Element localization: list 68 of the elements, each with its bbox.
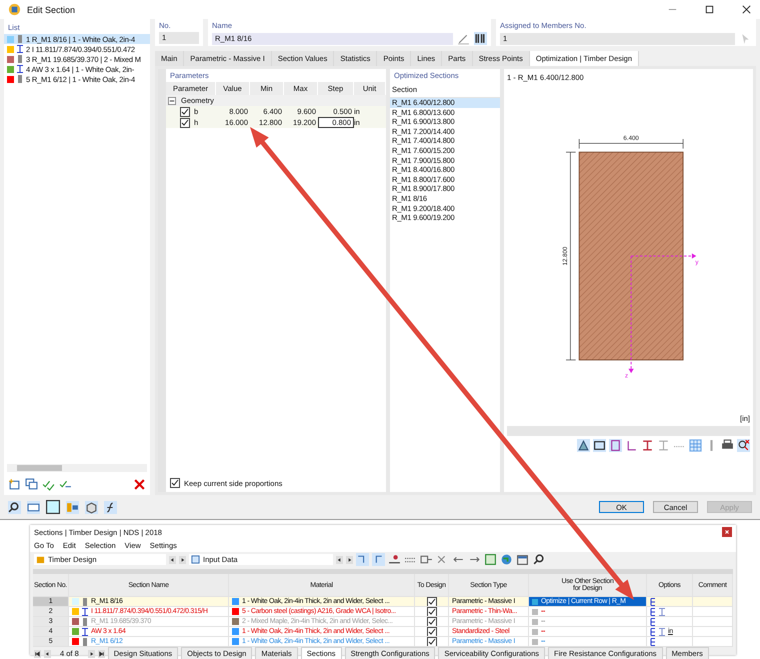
bar-icon <box>17 75 23 83</box>
i-beam-icon <box>82 628 88 636</box>
previous-icon[interactable] <box>44 650 51 658</box>
next-icon[interactable] <box>179 556 186 564</box>
check-icon[interactable] <box>42 478 55 491</box>
new-item-icon[interactable] <box>8 478 21 491</box>
frame-icon[interactable] <box>593 439 606 452</box>
delete-icon[interactable] <box>133 478 146 491</box>
flag-icon[interactable] <box>650 628 656 636</box>
flag-icon[interactable] <box>650 638 656 646</box>
edit-icon[interactable] <box>457 32 470 45</box>
checkbox[interactable] <box>426 617 436 626</box>
checkbox[interactable] <box>426 607 436 616</box>
checkbox[interactable] <box>426 597 436 606</box>
app-icon <box>8 3 21 16</box>
library-icon[interactable] <box>474 32 487 45</box>
table-icon[interactable] <box>484 553 497 566</box>
flag-icon[interactable] <box>650 598 656 606</box>
dimension-icon[interactable] <box>609 439 622 452</box>
checkbox[interactable] <box>426 637 436 646</box>
checkbox[interactable] <box>180 118 190 128</box>
close-icon[interactable] <box>741 4 752 15</box>
checkbox[interactable] <box>170 478 180 488</box>
flag-icon[interactable] <box>650 608 656 616</box>
next-icon[interactable] <box>346 556 353 564</box>
function-icon[interactable] <box>104 500 117 514</box>
bar-icon <box>82 638 88 646</box>
i-beam-icon <box>82 608 88 616</box>
scrollbar[interactable] <box>7 464 147 472</box>
table-icon <box>191 555 200 564</box>
member-icon[interactable] <box>388 553 401 566</box>
collapse-icon[interactable] <box>168 96 176 104</box>
checkbox[interactable] <box>180 106 190 116</box>
previous-icon[interactable] <box>169 556 176 564</box>
view-icon[interactable] <box>577 439 590 452</box>
y-axis-arrow <box>630 253 696 259</box>
bar-icon <box>17 55 23 63</box>
globe-icon[interactable] <box>500 553 513 566</box>
units-icon[interactable] <box>27 500 40 514</box>
report-icon[interactable] <box>516 553 529 566</box>
export-icon[interactable] <box>420 553 433 566</box>
select-icon[interactable] <box>372 553 385 566</box>
i-beam-icon <box>17 45 23 53</box>
color-icon[interactable] <box>46 500 60 514</box>
previous-icon[interactable] <box>336 556 343 564</box>
select-icon[interactable] <box>356 553 369 566</box>
search-icon[interactable] <box>8 500 21 514</box>
flag-icon[interactable] <box>650 618 656 626</box>
next-icon[interactable] <box>88 650 95 658</box>
display-icon[interactable] <box>66 500 79 514</box>
axis-icon[interactable] <box>625 439 638 452</box>
search-icon[interactable] <box>532 553 545 566</box>
maximize-icon[interactable] <box>704 4 715 15</box>
first-icon[interactable] <box>34 650 41 658</box>
view-icon[interactable] <box>85 500 98 514</box>
zoom-icon[interactable] <box>737 439 750 452</box>
folder-icon <box>36 555 45 564</box>
i-beam-icon[interactable] <box>641 439 654 452</box>
i-beam-icon <box>17 65 23 73</box>
bar-icon <box>82 618 88 626</box>
window-title: Edit Section <box>27 4 76 14</box>
checkbox[interactable] <box>426 627 436 636</box>
last-icon[interactable] <box>98 650 105 658</box>
copy-icon[interactable] <box>25 478 38 491</box>
bar-icon <box>17 35 23 43</box>
grid-icon[interactable] <box>689 439 702 452</box>
bar-icon <box>82 598 88 606</box>
printer-icon[interactable] <box>721 439 734 452</box>
